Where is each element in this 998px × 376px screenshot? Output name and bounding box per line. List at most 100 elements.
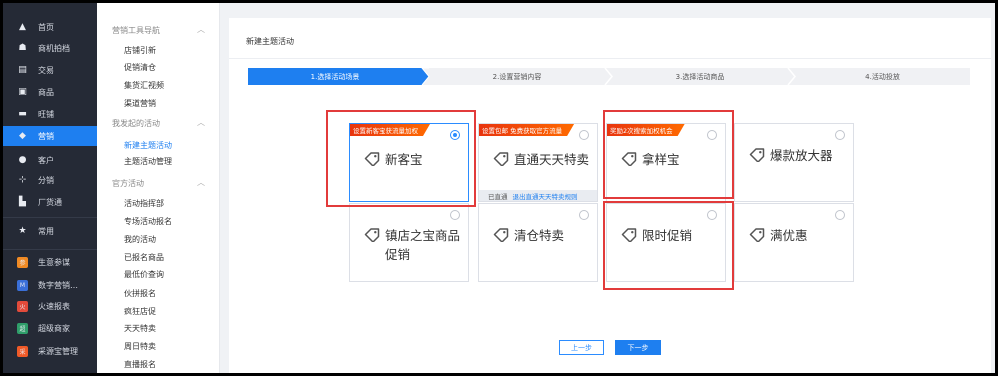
title-divider	[229, 58, 991, 59]
nav-item-9[interactable]: ★ 常用	[3, 221, 97, 241]
nav-item-14[interactable]: 采采源宝管理	[3, 341, 97, 361]
nav-item-label: 客户	[38, 155, 54, 165]
scene-name-text: 镇店之宝商品促销	[385, 228, 461, 262]
scene-card-5[interactable]: 清仓特卖	[478, 203, 598, 282]
nav-item-4[interactable]: ▬ 旺铺	[3, 104, 97, 124]
price-tag-icon	[493, 152, 509, 171]
subnav-item[interactable]: 周日特卖	[124, 341, 156, 352]
next-step-button[interactable]: 下一步	[615, 340, 661, 355]
highlight-box-nayangbao	[603, 110, 734, 199]
scene-card-3[interactable]: 爆款放大器	[734, 123, 854, 202]
highlight-box-xianshicuxiao	[603, 201, 734, 290]
step-2: 2.设置营销内容	[492, 72, 542, 81]
nav-item-3[interactable]: ▣ 商品	[3, 82, 97, 102]
nav-item-12[interactable]: 火火速报表	[3, 296, 97, 316]
factory-icon: ▙	[19, 197, 26, 207]
subnav-item[interactable]: 最低价查询	[124, 269, 164, 280]
scene-card-4[interactable]: 镇店之宝商品促销	[349, 203, 469, 282]
radio-button[interactable]	[579, 130, 589, 140]
step-1: 1.选择活动场景	[310, 72, 360, 81]
step-3: 3.选择活动商品	[675, 72, 725, 81]
nav-item-label: 商品	[38, 87, 54, 97]
document-icon: ▤	[18, 65, 27, 75]
subnav-item[interactable]: 集货汇视频	[124, 80, 164, 91]
prev-step-button[interactable]: 上一步	[559, 340, 604, 355]
exit-direct-link[interactable]: 退出直通天天特卖规则	[513, 191, 578, 201]
scene-name-text: 满优惠	[770, 228, 808, 243]
nav-item-7[interactable]: ⊹ 分销	[3, 170, 97, 190]
nav-item-11[interactable]: M 数字营销…	[3, 275, 97, 295]
scene-name: 清仓特卖	[493, 226, 591, 247]
nav-item-0[interactable]: ▲ 首页	[3, 17, 97, 37]
chevron-up-icon[interactable]: ︿	[197, 117, 205, 128]
subnav-item[interactable]: 渠道营销	[124, 98, 156, 109]
report-app-icon: 火	[17, 300, 28, 312]
main-panel: 新建主题活动 1.选择活动场景 2.设置营销内容 3.选择活动商品 4.活动投放…	[229, 18, 991, 373]
scene-card-1[interactable]: 设置包邮 免费获取官方流量直通天天特卖已直通 退出直通天天特卖规则	[478, 123, 598, 202]
chevron-up-icon[interactable]: ︿	[197, 177, 205, 188]
nav-item-label: 超级商家	[38, 323, 70, 333]
nav-item-label: 交易	[38, 65, 54, 75]
subnav-item[interactable]: 新建主题活动	[124, 140, 172, 151]
subnav-item[interactable]: 促销清仓	[124, 62, 156, 73]
app-frame: ▲ 首页 ☗ 商机拍档 ▤ 交易 ▣ 商品 ▬ 旺铺 ◆ 营销 ● 客户 ⊹ 分销 ▙ 厂货通 ★ 常用参生意参谋 M 数…	[3, 3, 995, 373]
nav-item-6[interactable]: ● 客户	[3, 150, 97, 170]
scene-name: 爆款放大器	[749, 146, 847, 167]
nav-item-label: 数字营销…	[38, 280, 78, 290]
step-4: 4.活动投放	[865, 72, 900, 81]
main-sidebar: ▲ 首页 ☗ 商机拍档 ▤ 交易 ▣ 商品 ▬ 旺铺 ◆ 营销 ● 客户 ⊹ 分销 ▙ 厂货通 ★ 常用参生意参谋 M 数…	[3, 3, 97, 373]
direct-status-text: 已直通	[488, 192, 508, 201]
subnav-item[interactable]: 天天特卖	[124, 323, 156, 334]
subnav-item[interactable]: 主题活动管理	[124, 156, 172, 167]
price-tag-icon	[493, 228, 509, 247]
direct-status-bar: 已直通 退出直通天天特卖规则	[479, 190, 597, 201]
nav-item-label: 常用	[38, 226, 54, 236]
subnav-item[interactable]: 直播报名	[124, 359, 156, 370]
scene-name-text: 直通天天特卖	[514, 152, 590, 167]
shop-icon: ▬	[18, 109, 27, 119]
scene-name: 镇店之宝商品促销	[364, 226, 462, 264]
price-tag-icon	[749, 228, 765, 247]
subnav-item[interactable]: 我的活动	[124, 234, 156, 245]
price-tag-icon	[364, 228, 380, 264]
handshake-icon: ☗	[18, 43, 27, 53]
nav-item-2[interactable]: ▤ 交易	[3, 60, 97, 80]
home-icon: ▲	[19, 22, 26, 32]
nav-item-1[interactable]: ☗ 商机拍档	[3, 38, 97, 58]
nav-divider-1	[3, 249, 97, 250]
nav-item-13[interactable]: 超超级商家	[3, 318, 97, 338]
subnav-item[interactable]: 活动指挥部	[124, 198, 164, 209]
chevron-up-icon[interactable]: ︿	[197, 24, 205, 35]
subnav-item[interactable]: 疯狂店促	[124, 306, 156, 317]
nav-divider-0	[3, 217, 97, 218]
subnav-item[interactable]: 已报名商品	[124, 252, 164, 263]
radio-button[interactable]	[835, 210, 845, 220]
scene-name: 满优惠	[749, 226, 847, 247]
tag-icon: ◆	[19, 131, 26, 141]
star-icon: ★	[18, 226, 27, 236]
nav-item-5[interactable]: ◆ 营销	[3, 126, 97, 146]
subnav-section-2[interactable]: 官方活动	[112, 178, 144, 189]
radio-button[interactable]	[450, 210, 460, 220]
subnav-section-0[interactable]: 营销工具导航	[112, 25, 160, 36]
page-title: 新建主题活动	[246, 37, 294, 46]
digital-marketing-app-icon: M	[17, 279, 28, 291]
subnav-section-1[interactable]: 我发起的活动	[112, 118, 160, 129]
nav-item-8[interactable]: ▙ 厂货通	[3, 192, 97, 212]
highlight-box-xinkebao	[326, 110, 476, 207]
subnav-item[interactable]: 伙拼报名	[124, 288, 156, 299]
nav-item-label: 商机拍档	[38, 43, 70, 53]
scene-name-text: 爆款放大器	[770, 148, 833, 163]
marketing-subnav: 营销工具导航 ︿ 店铺引新促销清仓集货汇视频渠道营销我发起的活动 ︿ 新建主题活动 主题活…	[97, 3, 220, 373]
nav-item-label: 火速报表	[38, 301, 70, 311]
radio-button[interactable]	[579, 210, 589, 220]
subnav-item[interactable]: 店铺引新	[124, 45, 156, 56]
scene-name-text: 清仓特卖	[514, 228, 565, 243]
subnav-item[interactable]: 专场活动报名	[124, 216, 172, 227]
nav-item-10[interactable]: 参生意参谋	[3, 252, 97, 272]
promo-tag: 设置包邮 免费获取官方流量	[479, 124, 574, 136]
scene-card-7[interactable]: 满优惠	[734, 203, 854, 282]
nav-item-label: 首页	[38, 22, 54, 32]
nav-item-label: 采源宝管理	[38, 346, 78, 356]
radio-button[interactable]	[835, 130, 845, 140]
